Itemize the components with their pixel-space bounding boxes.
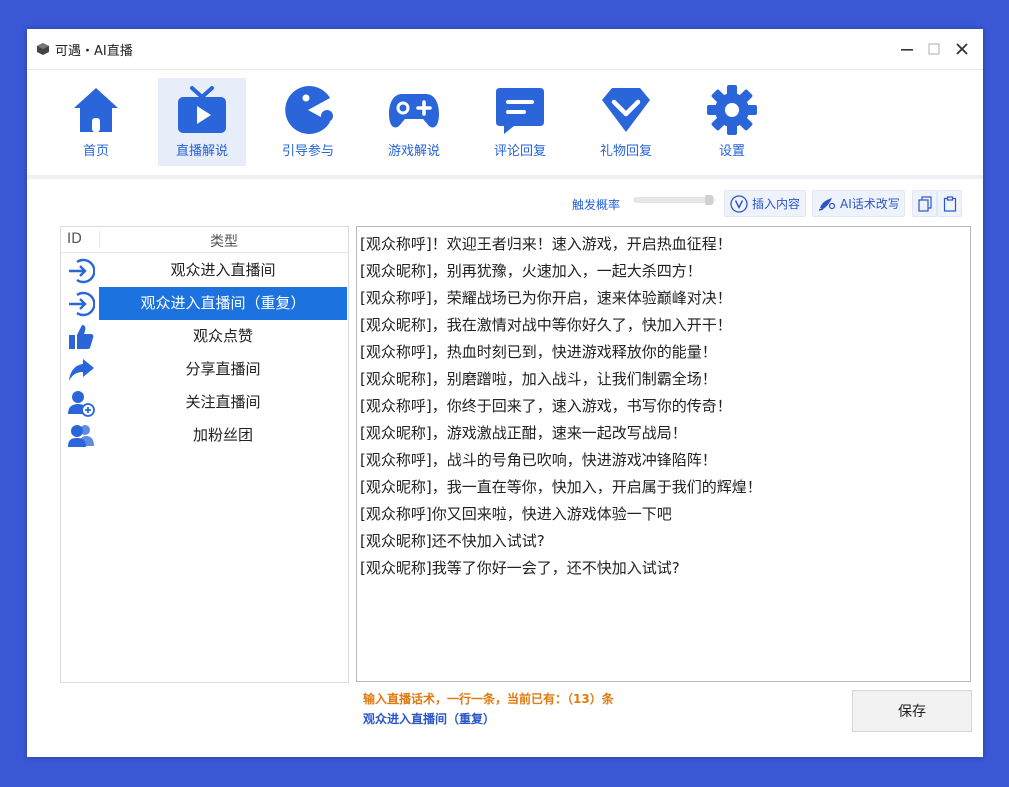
list-item-label: 分享直播间 <box>185 360 261 378</box>
gamepad-icon <box>389 94 439 128</box>
editor-line: [观众昵称]还不快加入试试? <box>360 532 545 550</box>
app-logo-icon <box>37 43 49 55</box>
pacman-icon <box>285 86 333 134</box>
tab-guide-participation-label: 引导参与 <box>281 144 334 159</box>
list-header-id: ID <box>67 231 82 247</box>
window-title: 可遇・AI直播 <box>55 44 133 59</box>
list-header: ID 类型 <box>61 227 348 253</box>
editor-line: [观众称呼]！欢迎王者归来！速入游戏，开启热血征程！ <box>360 235 732 253</box>
tab-live-commentary-label: 直播解说 <box>175 144 228 159</box>
app-window: 可遇・AI直播 首页 直播解说 引导参与 游戏解说 评论回复 礼物回复 设置 触… <box>27 29 983 757</box>
minimize-icon <box>901 49 913 51</box>
save-button[interactable]: 保存 <box>852 690 972 732</box>
list-item-enter[interactable]: 观众进入直播间 <box>61 254 348 287</box>
main-toolbar: 首页 直播解说 引导参与 游戏解说 评论回复 礼物回复 设置 <box>27 70 983 175</box>
list-header-type: 类型 <box>99 231 348 250</box>
editor-line: [观众昵称]，游戏激战正酣，速来一起改写战局！ <box>360 424 687 442</box>
editor-line: [观众称呼]，荣耀战场已为你开启，速来体验巅峰对决！ <box>360 289 732 307</box>
list-item-label: 观众点赞 <box>192 327 253 345</box>
slider-thumb[interactable] <box>705 195 713 205</box>
minimize-button[interactable] <box>895 37 919 61</box>
editor-line: [观众称呼]你又回来啦，快进入游戏体验一下吧 <box>360 505 672 523</box>
tab-home[interactable]: 首页 <box>52 78 140 166</box>
trigger-rate-slider[interactable] <box>633 197 715 203</box>
enter-icon <box>69 258 95 284</box>
copy-icon <box>917 195 932 212</box>
editor-line: [观众称呼]，你终于回来了，速入游戏，书写你的传奇！ <box>360 397 732 415</box>
toolbar-divider <box>27 175 983 179</box>
tab-home-label: 首页 <box>82 144 109 159</box>
gear-icon <box>707 85 757 135</box>
event-type-list: ID 类型 观众进入直播间 观众进入直播间（重复） 观众点赞 分享直播间 关注直… <box>60 226 349 683</box>
editor-line: [观众昵称]，别磨蹭啦，加入战斗，让我们制霸全场！ <box>360 370 717 388</box>
paste-button[interactable] <box>937 190 962 217</box>
tab-comment-reply[interactable]: 评论回复 <box>476 78 564 166</box>
comment-icon <box>496 88 544 134</box>
tv-play-icon <box>178 86 226 133</box>
list-item-label: 观众进入直播间（重复） <box>99 287 347 320</box>
add-user-icon <box>68 391 95 417</box>
line-count-hint: 输入直播话术，一行一条，当前已有：（13）条 <box>363 692 614 706</box>
clipboard-icon <box>943 195 956 212</box>
editor-line: [观众昵称]，我在激情对战中等你好久了，快加入开干！ <box>360 316 732 334</box>
enter-icon <box>69 291 95 317</box>
editor-line: [观众称呼]，战斗的号角已吹响，快进游戏冲锋陷阵！ <box>360 451 717 469</box>
editor-line: [观众称呼]，热血时刻已到，快进游戏释放你的能量！ <box>360 343 717 361</box>
list-item-label: 加粉丝团 <box>192 426 253 444</box>
users-icon <box>68 425 94 447</box>
tab-game-commentary-label: 游戏解说 <box>387 144 440 159</box>
home-icon <box>74 88 118 132</box>
insert-content-button[interactable]: 插入内容 <box>724 190 806 217</box>
list-item-share[interactable]: 分享直播间 <box>61 353 348 386</box>
trigger-rate-label: 触发概率 <box>572 198 621 212</box>
tab-game-commentary[interactable]: 游戏解说 <box>370 78 458 166</box>
editor-line: [观众昵称]，别再犹豫，火速加入，一起大杀四方！ <box>360 262 702 280</box>
tab-comment-reply-label: 评论回复 <box>493 144 546 159</box>
tab-guide-participation[interactable]: 引导参与 <box>264 78 352 166</box>
tab-settings-label: 设置 <box>718 144 745 159</box>
list-item-follow[interactable]: 关注直播间 <box>61 386 348 419</box>
tab-gift-reply[interactable]: 礼物回复 <box>582 78 670 166</box>
ai-rewrite-button[interactable]: AI话术改写 <box>812 190 905 217</box>
title-bar: 可遇・AI直播 <box>27 29 983 70</box>
thumbs-up-icon <box>69 325 94 349</box>
script-text-editor[interactable]: [观众称呼]！欢迎王者归来！速入游戏，开启热血征程！ [观众昵称]，别再犹豫，火… <box>356 226 971 682</box>
list-item-label: 关注直播间 <box>185 393 261 411</box>
list-item-label: 观众进入直播间 <box>170 261 276 279</box>
list-item-like[interactable]: 观众点赞 <box>61 320 348 353</box>
maximize-button[interactable] <box>922 37 946 61</box>
ai-rewrite-label: AI话术改写 <box>840 197 900 211</box>
gift-chevron-icon <box>602 88 650 132</box>
copy-button[interactable] <box>912 190 937 217</box>
tab-live-commentary[interactable]: 直播解说 <box>158 78 246 166</box>
share-icon <box>69 359 94 381</box>
maximize-icon <box>928 43 940 55</box>
editor-line: [观众昵称]我等了你好一会了，还不快加入试试? <box>360 559 680 577</box>
selected-type-label: 观众进入直播间（重复） <box>363 712 496 726</box>
tab-settings[interactable]: 设置 <box>688 78 776 166</box>
list-item-fan-club[interactable]: 加粉丝团 <box>61 419 348 452</box>
list-item-enter-repeat[interactable]: 观众进入直播间（重复） <box>61 287 348 320</box>
ai-brush-icon <box>818 197 836 211</box>
close-icon <box>956 43 968 55</box>
tab-gift-reply-label: 礼物回复 <box>599 144 652 159</box>
insert-content-label: 插入内容 <box>752 197 801 211</box>
v-circle-icon <box>730 194 748 213</box>
editor-line: [观众昵称]，我一直在等你，快加入，开启属于我们的辉煌！ <box>360 478 762 496</box>
close-button[interactable] <box>950 37 974 61</box>
